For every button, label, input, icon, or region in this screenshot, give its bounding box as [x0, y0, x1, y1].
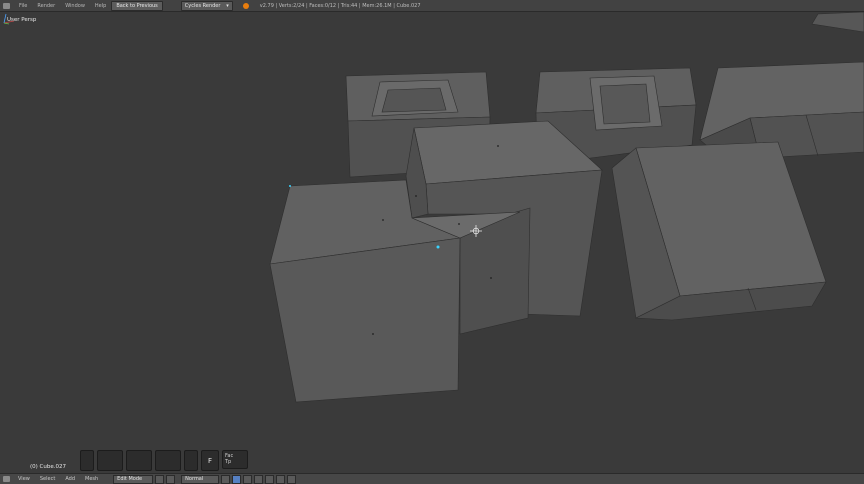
selected-vertex[interactable] — [289, 185, 291, 187]
menu-view[interactable]: View — [18, 476, 30, 482]
chevron-down-icon: ▾ — [226, 2, 229, 9]
tool-slot[interactable] — [155, 450, 181, 471]
edge-select-icon[interactable] — [232, 474, 242, 484]
face-select-icon[interactable] — [243, 474, 253, 484]
menu-help[interactable]: Help — [95, 3, 106, 9]
menu-mesh[interactable]: Mesh — [85, 476, 98, 482]
menu-select[interactable]: Select — [40, 476, 55, 482]
occlude-geometry-icon[interactable] — [254, 474, 264, 484]
transform-orientation-select[interactable]: Normal — [181, 474, 220, 484]
mode-select[interactable]: Edit Mode — [113, 474, 154, 484]
view3d-icon[interactable] — [3, 2, 10, 9]
menu-add[interactable]: Add — [65, 476, 75, 482]
3d-viewport[interactable]: User Persp F Fac Tp (0) Cube.027 — [0, 12, 864, 472]
viewport-shading-icon[interactable] — [155, 474, 165, 484]
mesh-block-right-cube — [611, 141, 827, 321]
mesh-edge-sliver — [811, 12, 864, 33]
render-preview-icon[interactable] — [287, 474, 297, 484]
view3d-icon[interactable] — [3, 476, 10, 482]
snap-icon[interactable] — [276, 474, 286, 484]
scene-canvas[interactable] — [0, 12, 864, 472]
selected-vertex[interactable] — [436, 245, 440, 249]
active-object-label: (0) Cube.027 — [30, 464, 66, 470]
tool-slot[interactable] — [126, 450, 152, 471]
tool-slot[interactable] — [97, 450, 123, 471]
tool-slot[interactable] — [80, 450, 94, 471]
blender-logo-icon — [242, 2, 249, 9]
mesh-block-right-top — [699, 61, 864, 159]
info-header: File Render Window Help Back to Previous… — [0, 0, 864, 12]
render-engine-label: Cycles Render — [184, 2, 221, 9]
scene-stats: v2.79 | Verts:2/24 | Faces:0/12 | Tris:4… — [259, 2, 421, 9]
menu-render[interactable]: Render — [37, 3, 55, 9]
viewport-header: View Select Add Mesh Edit Mode Normal — [0, 473, 864, 484]
blender-window: File Render Window Help Back to Previous… — [0, 0, 864, 484]
menu-window[interactable]: Window — [65, 3, 85, 9]
pivot-point-icon[interactable] — [166, 474, 176, 484]
proportional-edit-icon[interactable] — [265, 474, 275, 484]
last-operator-panel[interactable]: Fac Tp — [222, 450, 248, 469]
back-to-previous-button[interactable]: Back to Previous — [111, 0, 163, 11]
render-engine-select[interactable]: Cycles Render ▾ — [180, 0, 233, 11]
last-operator-line2: Tp — [225, 459, 232, 465]
menu-file[interactable]: File — [19, 3, 27, 9]
vertex-select-icon[interactable] — [221, 474, 231, 484]
f-button[interactable]: F — [201, 450, 219, 471]
tool-slot[interactable] — [184, 450, 198, 471]
axes-gizmo-icon — [3, 13, 15, 25]
tool-shelf-row: F Fac Tp — [80, 450, 248, 472]
